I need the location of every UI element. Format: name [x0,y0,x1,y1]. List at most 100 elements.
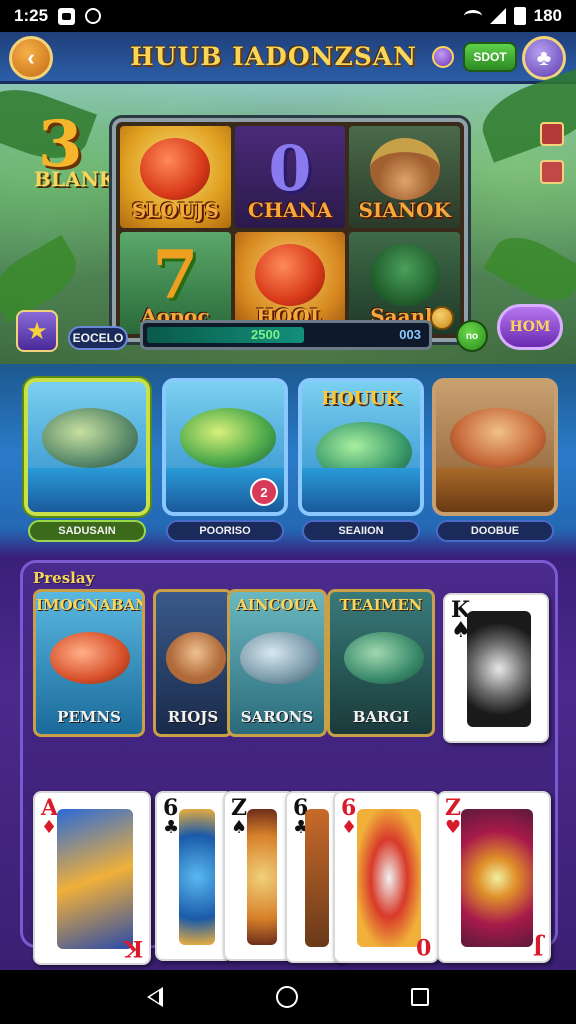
top-header: ‹ HUUB IADONZSAN SDOT ♣ [0,32,576,84]
category-label: SEAIION [302,520,420,542]
slot-cell[interactable]: SLOUJS [120,126,231,228]
fish-icon [50,632,130,684]
nav-back-icon[interactable] [146,987,163,1007]
clock: 1:25 [14,6,49,25]
bet-meter: 2500 003 [140,320,432,350]
slot-label: SIANOK [358,198,451,222]
tile-label: PEMNS [57,708,121,726]
notification-icon [58,7,76,25]
hand-card[interactable]: Z ♥ J [437,791,551,963]
card-suit: ♦ [341,817,358,838]
globe-art [179,809,215,945]
tile-title: IMOGNABAN [36,596,145,614]
sync-icon [85,8,102,24]
category-card-pooriso[interactable]: 2 [162,378,288,516]
wifi-icon [463,10,482,22]
basket-decoration [436,468,554,512]
count-badge: 2 [250,478,278,506]
slot-symbol: 0 [268,132,312,205]
nav-recents-icon[interactable] [411,988,430,1006]
fish-icon [240,632,320,684]
hand-card[interactable]: A ♦ K [33,791,151,965]
card-suit: ♣ [163,817,180,838]
water-decoration [28,468,146,512]
tile-label: RIOJS [167,708,219,726]
fish-icon [42,408,138,468]
panel-title: Preslay [33,569,95,587]
character-icon [166,632,226,684]
meter-value: 2500 [251,327,280,342]
slot-cell[interactable]: 7 Aopoc [120,232,231,334]
slot-cell[interactable]: 0 CHANA [234,126,346,228]
card-suit: ♠ [231,817,248,838]
nav-home-icon[interactable] [275,986,298,1008]
fruit-icon [140,138,211,200]
character-icon [450,408,546,468]
card-rank: 6 [163,795,179,821]
auto-button[interactable]: no [456,320,488,352]
avatar-icon: ♣ [536,45,552,70]
signal-icon [489,8,506,24]
game-tile[interactable]: IMOGNABAN PEMNS [33,589,145,737]
flag-icon[interactable] [540,160,564,184]
status-bar: 1:25 180 [0,0,576,32]
page-title: HUUB IADONZSAN [130,42,418,71]
fish-icon [180,408,276,468]
game-tile[interactable]: RIOJS [153,589,233,737]
category-card-sadusain[interactable] [24,378,150,516]
category-card-doobue[interactable] [432,378,558,516]
card-suit: ♦ [41,817,58,838]
fish-art [57,809,133,949]
card-rank-bottom: J [532,933,543,959]
meter-fill [147,327,305,343]
fruit-icon [254,244,325,306]
battery-icon [513,7,526,25]
category-card-seaiion[interactable]: HOUUK [298,378,424,516]
card-rank: A [41,795,59,821]
game-screen: ‹ HUUB IADONZSAN SDOT ♣ 3 BLANK SLOUJS 0… [0,32,576,970]
fish-art [357,809,421,947]
fish-icon [344,632,424,684]
settings-icon[interactable] [540,122,564,146]
back-arrow-icon: ‹ [27,45,35,70]
card-rank-bottom: 0 [415,933,431,959]
tile-label: BARGI [352,708,410,726]
category-label: POORISO [166,520,284,542]
level-label: BLANK [34,167,117,191]
profile-button[interactable]: ♣ [522,36,566,80]
ornament-art [305,809,329,947]
game-tile[interactable]: AINCOUA SARONS [227,589,327,737]
gameplay-panel: Preslay IMOGNABAN PEMNS RIOJS AINCOUA SA… [20,560,558,965]
category-row: SADUSAIN 2 POORISO HOUUK SEAIION DOOBUE [0,368,576,548]
spin-button[interactable]: HOM [497,304,563,350]
coin-icon [429,306,454,330]
card-rank: 6 [341,795,357,821]
tile-title: AINCOUA [236,596,318,614]
category-title: HOUUK [321,388,401,409]
card-rank: Z [231,795,248,821]
balance-pill: EOCELO [68,326,128,350]
slot-cell[interactable]: HOOL [234,232,346,334]
gem-icon [432,46,454,68]
king-card[interactable]: K ♠ [443,593,549,743]
shot-button[interactable]: SDOT [463,42,517,72]
fishing-hook-icon [369,244,440,306]
meter-secondary: 003 [399,327,421,342]
explorer-icon [369,138,440,200]
slot-symbol: 7 [152,236,199,314]
leaf-decoration [483,224,576,314]
favorite-button[interactable]: ★ [16,310,58,352]
back-button[interactable]: ‹ [9,36,53,80]
slot-cell[interactable]: SIANOK [349,126,460,228]
game-tile[interactable]: TEAIMEN BARGI [327,589,435,737]
hand-card[interactable]: 6 ♣ [155,791,233,961]
card-rank-bottom: K [123,935,143,961]
card-suit: ♥ [445,817,462,838]
hand-card[interactable]: 6 ♦ 0 [333,791,439,963]
category-label: SADUSAIN [28,520,146,542]
slot-cell[interactable]: Saanb [349,232,460,334]
water-decoration [302,468,420,512]
star-icon: ★ [26,317,48,345]
category-label: DOOBUE [436,520,554,542]
compass-icon [467,611,531,727]
